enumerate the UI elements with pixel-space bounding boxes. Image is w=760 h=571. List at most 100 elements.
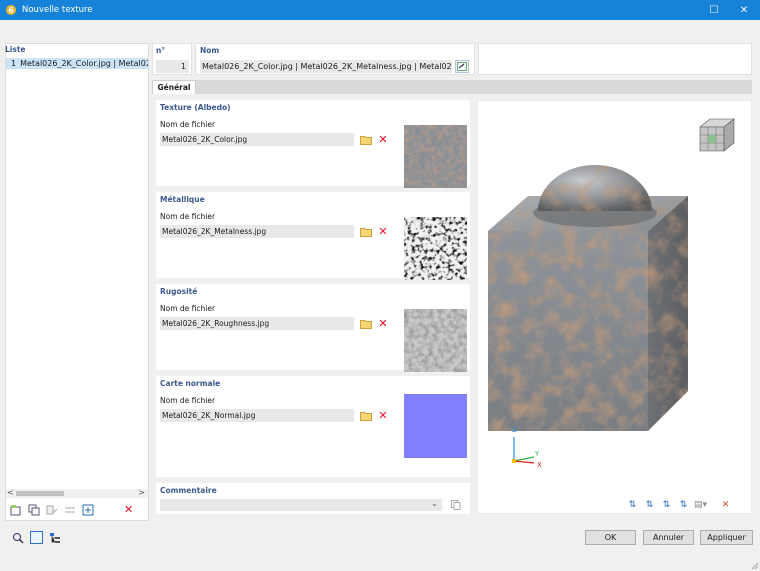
file-name-label: Nom de fichier [160,396,216,405]
texture-list-panel [5,43,149,521]
folder-icon [360,411,372,421]
color-button[interactable] [30,531,43,546]
name-label: Nom [200,46,220,55]
group-title: Texture (Albedo) [160,103,231,112]
scrollbar-thumb[interactable] [16,491,64,496]
normal-file-field[interactable]: Metal026_2K_Normal.jpg [160,409,354,422]
scroll-right-icon[interactable]: > [138,488,145,497]
delete-icon: ✕ [378,224,388,238]
chevron-down-icon[interactable]: ⌄ [431,499,438,508]
close-button[interactable]: ✕ [730,0,758,20]
scroll-left-icon[interactable]: < [7,488,14,497]
browse-button[interactable] [359,317,373,330]
renumber-icon [82,504,94,516]
color-swatch-icon [30,531,43,544]
number-group: n° 1 [152,43,192,75]
view-iso-button[interactable]: ⇅ [677,499,690,511]
albedo-file-field[interactable]: Metal026_2K_Color.jpg [160,133,354,146]
metalness-preview-image [404,217,467,280]
app-icon: 6 [6,5,16,15]
display-mode-dropdown[interactable]: ▤▾ [694,499,707,511]
window-title: Nouvelle texture [22,5,93,15]
svg-text:6: 6 [8,6,14,15]
list-horizontal-scrollbar[interactable]: < > [6,488,148,498]
list-item[interactable]: 1 Metal026_2K_Color.jpg | Metal026_ [6,58,148,69]
renumber-button[interactable] [80,503,96,517]
roughness-file-field[interactable]: Metal026_2K_Roughness.jpg [160,317,354,330]
ok-button[interactable]: OK [585,530,636,545]
delete-item-button[interactable]: ✕ [124,503,133,516]
comment-group: Commentaire ⌄ [156,483,470,514]
reset-view-button[interactable]: ✕ [719,499,732,511]
edit-name-button[interactable] [455,60,469,73]
axis-y-label: Y [534,450,540,458]
view-y-icon: ⇅ [645,500,654,510]
tab-general[interactable]: Général [152,80,196,95]
axis-triad-icon [512,437,535,464]
list-header: Liste [5,45,26,54]
group-title: Métallique [160,195,205,204]
albedo-group: Texture (Albedo) Nom de fichier Metal026… [156,100,470,188]
comment-copy-button[interactable] [449,499,463,511]
apply-button[interactable]: Appliquer [700,530,753,545]
number-label: n° [156,46,166,55]
normal-map-group: Carte normale Nom de fichier Metal026_2K… [156,376,470,477]
footer-tools [12,531,61,546]
group-title: Rugosité [160,287,198,296]
new-item-button[interactable] [8,503,24,517]
metalness-group: Métallique Nom de fichier Metal026_2K_Me… [156,192,470,280]
close-icon: ✕ [739,4,749,16]
copy-icon [451,500,461,510]
roughness-preview-image [404,309,467,372]
paste-button[interactable] [62,503,78,517]
edit-icon [457,62,467,71]
folder-icon [360,227,372,237]
file-name-label: Nom de fichier [160,304,216,313]
axis-z-label: Z [512,426,517,434]
comment-field[interactable]: ⌄ [160,499,442,511]
resize-grip-icon[interactable] [751,562,759,570]
3d-preview-viewport[interactable]: Z Y X ⇅ ⇅ ⇅ ⇅ ▤▾ ✕ [477,100,752,514]
list-toolbar [8,503,96,517]
comment-label: Commentaire [160,486,217,495]
list-item-label: Metal026_2K_Color.jpg | Metal026_ [20,59,148,68]
file-name-label: Nom de fichier [160,212,216,221]
metalness-file-field[interactable]: Metal026_2K_Metalness.jpg [160,225,354,238]
browse-button[interactable] [359,409,373,422]
folder-icon [360,135,372,145]
folder-icon [360,319,372,329]
delete-icon: ✕ [378,316,388,330]
tree-view-button[interactable] [49,532,61,546]
copy-item-icon [28,504,40,516]
name-field[interactable]: Metal026_2K_Color.jpg | Metal026_2K_Meta… [200,60,452,73]
browse-button[interactable] [359,133,373,146]
maximize-button[interactable]: ☐ [700,0,728,20]
search-icon [13,532,24,544]
header-extra-panel [478,43,752,75]
cut-button[interactable] [44,503,60,517]
clear-button[interactable]: ✕ [376,316,390,330]
delete-icon: ✕ [124,503,134,516]
view-x-button[interactable]: ⇅ [626,499,639,511]
number-field[interactable]: 1 [156,60,189,73]
view-y-button[interactable]: ⇅ [643,499,656,511]
roughness-group: Rugosité Nom de fichier Metal026_2K_Roug… [156,284,470,372]
clear-button[interactable]: ✕ [376,408,390,422]
browse-button[interactable] [359,225,373,238]
view-iso-icon: ⇅ [679,500,688,510]
name-group: Nom Metal026_2K_Color.jpg | Metal026_2K_… [195,43,475,75]
new-item-icon [10,505,21,516]
file-name-label: Nom de fichier [160,120,216,129]
delete-icon: ✕ [378,132,388,146]
copy-item-button[interactable] [26,503,42,517]
preview-scene: Z Y X [488,118,735,469]
tab-strip [152,80,752,94]
view-z-button[interactable]: ⇅ [660,499,673,511]
clear-button[interactable]: ✕ [376,224,390,238]
search-button[interactable] [12,532,24,546]
cancel-button[interactable]: Annuler [643,530,694,545]
view-cube-icon [699,118,735,152]
paste-icon [65,507,75,513]
list-item-index: 1 [11,59,17,68]
clear-button[interactable]: ✕ [376,132,390,146]
